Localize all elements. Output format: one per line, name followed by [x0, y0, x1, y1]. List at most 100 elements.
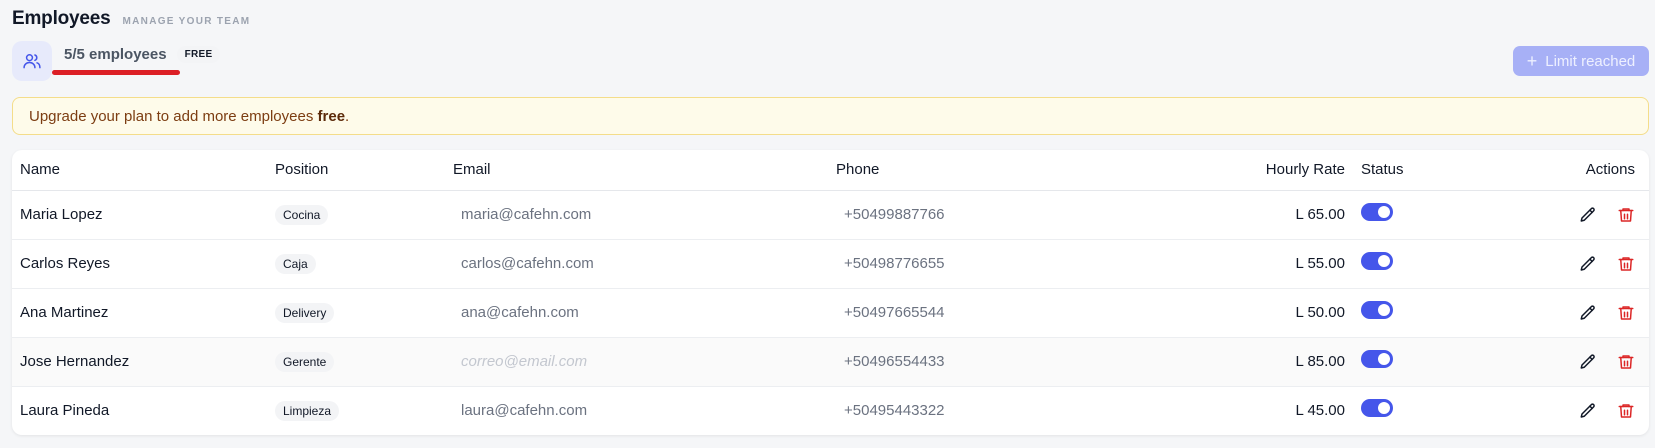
- column-header-phone[interactable]: Phone: [828, 150, 1144, 191]
- trash-icon: [1618, 207, 1634, 222]
- toggle-knob: [1378, 254, 1390, 267]
- employee-phone: +50498776655: [828, 239, 1144, 289]
- banner-text-prefix: Upgrade your plan to add more employees: [29, 107, 318, 125]
- table-row[interactable]: Jose Hernandez Gerente correo@email.com …: [12, 337, 1649, 387]
- users-icon: [23, 54, 41, 69]
- employee-name: Ana Martinez: [12, 288, 267, 338]
- delete-button[interactable]: [1617, 402, 1635, 420]
- employee-position-cell: Caja: [267, 239, 445, 289]
- limit-reached-button[interactable]: + Limit reached: [1513, 46, 1649, 76]
- employee-hourly-rate: L 85.00: [1144, 337, 1353, 387]
- employee-email: ana@cafehn.com: [445, 288, 828, 338]
- status-toggle[interactable]: [1361, 398, 1393, 417]
- status-toggle[interactable]: [1361, 251, 1393, 270]
- edit-button[interactable]: [1579, 206, 1597, 224]
- table-row[interactable]: Ana Martinez Delivery ana@cafehn.com +50…: [12, 288, 1649, 338]
- table-row[interactable]: Maria Lopez Cocina maria@cafehn.com +504…: [12, 190, 1649, 240]
- employee-actions: [1493, 386, 1649, 435]
- banner-text-suffix: .: [345, 107, 350, 125]
- column-header-actions: Actions: [1493, 150, 1649, 191]
- banner-text-bold: free: [317, 107, 346, 125]
- column-header-hourly-rate[interactable]: Hourly Rate: [1144, 150, 1353, 191]
- employees-table: Name Position Email Phone Hourly Rate St…: [12, 150, 1649, 435]
- users-icon-box: [12, 41, 52, 81]
- employee-actions: [1493, 190, 1649, 240]
- status-toggle[interactable]: [1361, 349, 1393, 368]
- column-header-name[interactable]: Name: [12, 150, 267, 191]
- upgrade-banner: Upgrade your plan to add more employees …: [12, 97, 1649, 135]
- employee-status-cell: [1353, 239, 1493, 289]
- trash-icon: [1618, 256, 1634, 271]
- column-header-email[interactable]: Email: [445, 150, 828, 191]
- trash-icon: [1618, 305, 1634, 320]
- table-row[interactable]: Carlos Reyes Caja carlos@cafehn.com +504…: [12, 239, 1649, 289]
- employee-email: correo@email.com: [445, 337, 828, 387]
- edit-button[interactable]: [1579, 353, 1597, 371]
- employee-hourly-rate: L 65.00: [1144, 190, 1353, 240]
- employee-email: maria@cafehn.com: [445, 190, 828, 240]
- trash-icon: [1618, 354, 1634, 369]
- employee-position-cell: Limpieza: [267, 386, 445, 435]
- status-toggle[interactable]: [1361, 202, 1393, 221]
- employees-table-card: Name Position Email Phone Hourly Rate St…: [12, 150, 1649, 435]
- status-toggle[interactable]: [1361, 300, 1393, 319]
- employee-hourly-rate: L 55.00: [1144, 239, 1353, 289]
- employee-name: Jose Hernandez: [12, 337, 267, 387]
- pencil-icon: [1580, 353, 1595, 369]
- employee-actions: [1493, 239, 1649, 289]
- edit-button[interactable]: [1579, 402, 1597, 420]
- employee-position-cell: Gerente: [267, 337, 445, 387]
- delete-button[interactable]: [1617, 353, 1635, 371]
- employee-hourly-rate: L 45.00: [1295, 402, 1346, 420]
- pencil-icon: [1580, 255, 1595, 271]
- column-header-position[interactable]: Position: [267, 150, 445, 191]
- count-underline: [52, 70, 180, 75]
- delete-button[interactable]: [1617, 304, 1635, 322]
- page-subtitle: MANAGE YOUR TEAM: [122, 16, 251, 27]
- employee-status-cell: [1353, 190, 1493, 240]
- delete-button[interactable]: [1617, 255, 1635, 273]
- employee-count: 5/5 employees: [64, 45, 167, 63]
- position-badge: Cocina: [275, 204, 329, 225]
- toggle-knob: [1378, 401, 1390, 414]
- pencil-icon: [1580, 304, 1595, 320]
- toggle-knob: [1378, 205, 1390, 218]
- trash-icon: [1618, 404, 1634, 418]
- page-title: Employees: [12, 8, 111, 29]
- employee-stats: 5/5 employees FREE: [12, 41, 221, 81]
- pencil-icon: [1580, 206, 1595, 222]
- toggle-knob: [1378, 352, 1390, 365]
- employee-name: Maria Lopez: [12, 190, 267, 240]
- delete-button[interactable]: [1617, 206, 1635, 224]
- toggle-knob: [1378, 303, 1390, 316]
- employee-actions: [1493, 337, 1649, 387]
- plan-badge: FREE: [176, 45, 221, 63]
- employee-name: Laura Pineda: [20, 402, 110, 420]
- position-badge: Gerente: [275, 351, 335, 372]
- employee-phone: +50499887766: [828, 190, 1144, 240]
- employee-hourly-rate: L 50.00: [1144, 288, 1353, 338]
- edit-button[interactable]: [1579, 304, 1597, 322]
- pencil-icon: [1580, 403, 1595, 418]
- employee-status-cell: [1353, 337, 1493, 387]
- plus-icon: +: [1526, 51, 1538, 71]
- page-header: Employees MANAGE YOUR TEAM: [12, 8, 250, 30]
- table-header-row: Name Position Email Phone Hourly Rate St…: [12, 150, 1649, 191]
- employee-name: Carlos Reyes: [12, 239, 267, 289]
- employee-actions: [1493, 288, 1649, 338]
- position-badge: Delivery: [275, 302, 335, 323]
- position-badge: Limpieza: [275, 400, 340, 421]
- employee-phone: +50496554433: [828, 337, 1144, 387]
- limit-reached-label: Limit reached: [1545, 52, 1636, 70]
- employee-phone: +50497665544: [828, 288, 1144, 338]
- employee-email: laura@cafehn.com: [461, 402, 588, 420]
- employee-status-cell: [1353, 386, 1493, 435]
- column-header-status[interactable]: Status: [1353, 150, 1493, 191]
- employee-phone: +50495443322: [844, 402, 945, 420]
- employee-status-cell: [1353, 288, 1493, 338]
- stats-text: 5/5 employees FREE: [64, 45, 221, 63]
- employee-position-cell: Delivery: [267, 288, 445, 338]
- edit-button[interactable]: [1579, 255, 1597, 273]
- employee-email: carlos@cafehn.com: [445, 239, 828, 289]
- table-row[interactable]: Laura Pineda Limpieza laura@cafehn.com +…: [12, 386, 1649, 435]
